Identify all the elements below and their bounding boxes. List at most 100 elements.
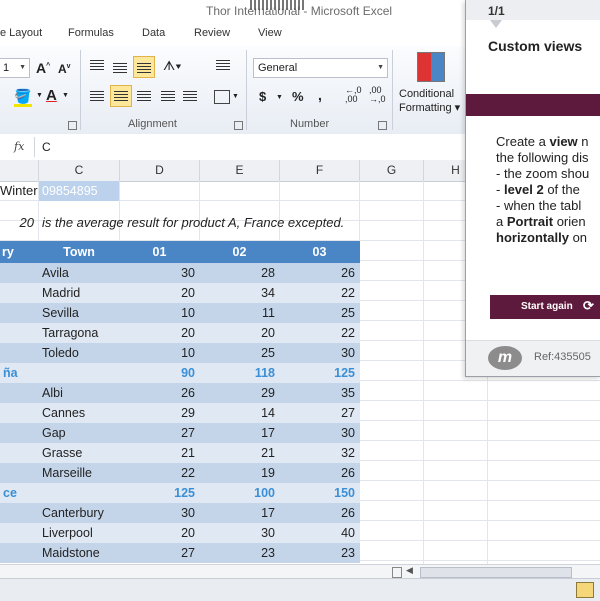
value-cell[interactable]: 10: [120, 343, 199, 363]
orientation-icon[interactable]: ᗑ▾: [163, 58, 182, 74]
town-cell[interactable]: [39, 363, 119, 383]
align-left-icon[interactable]: [90, 91, 104, 103]
country-cell[interactable]: ce: [0, 483, 38, 503]
drag-grip[interactable]: [250, 0, 306, 10]
column-header-c[interactable]: C: [39, 160, 120, 181]
value-cell[interactable]: 27: [120, 423, 199, 443]
normal-view-icon[interactable]: [576, 582, 594, 598]
header-month-01[interactable]: 01: [120, 241, 199, 263]
town-cell[interactable]: Canterbury: [39, 503, 119, 523]
value-cell[interactable]: 10: [120, 303, 199, 323]
decrease-decimal-button[interactable]: ,00 →,0: [369, 86, 386, 104]
column-header-b[interactable]: [0, 160, 39, 181]
value-cell[interactable]: 23: [280, 543, 359, 563]
value-cell[interactable]: 17: [200, 423, 279, 443]
value-cell[interactable]: 118: [200, 363, 279, 383]
column-header-g[interactable]: G: [360, 160, 424, 181]
conditional-formatting-label[interactable]: Formatting ▾: [399, 101, 460, 114]
header-month-03[interactable]: 03: [280, 241, 359, 263]
value-cell[interactable]: 125: [120, 483, 199, 503]
value-cell[interactable]: 100: [200, 483, 279, 503]
value-cell[interactable]: 29: [200, 383, 279, 403]
value-cell[interactable]: 30: [280, 343, 359, 363]
value-cell[interactable]: 90: [120, 363, 199, 383]
split-handle[interactable]: [392, 567, 402, 578]
country-cell[interactable]: [0, 383, 38, 403]
town-cell[interactable]: Avila: [39, 263, 119, 283]
value-cell[interactable]: 27: [280, 403, 359, 423]
value-cell[interactable]: 21: [120, 443, 199, 463]
scroll-thumb[interactable]: [420, 567, 572, 578]
average-value-cell[interactable]: 20: [0, 212, 38, 234]
town-cell[interactable]: Tarragona: [39, 323, 119, 343]
conditional-formatting-icon[interactable]: [417, 52, 445, 82]
value-cell[interactable]: 26: [280, 503, 359, 523]
value-cell[interactable]: 22: [280, 283, 359, 303]
town-cell[interactable]: Toledo: [39, 343, 119, 363]
value-cell[interactable]: 30: [120, 503, 199, 523]
value-cell[interactable]: 21: [200, 443, 279, 463]
town-cell[interactable]: [39, 483, 119, 503]
value-cell[interactable]: 20: [120, 323, 199, 343]
country-cell[interactable]: [0, 343, 38, 363]
alignment-launcher-icon[interactable]: [234, 121, 243, 130]
conditional-formatting-label[interactable]: Conditional: [399, 88, 454, 100]
align-center-button[interactable]: [110, 85, 132, 107]
header-town[interactable]: Town: [39, 241, 119, 263]
formula-input[interactable]: C: [42, 140, 51, 154]
country-cell[interactable]: [0, 283, 38, 303]
start-again-button[interactable]: Start again ⟳: [490, 295, 600, 319]
column-header-f[interactable]: F: [280, 160, 360, 181]
value-cell[interactable]: 125: [280, 363, 359, 383]
decrease-indent-icon[interactable]: [161, 91, 175, 103]
merge-center-icon[interactable]: [214, 90, 230, 104]
value-cell[interactable]: 20: [120, 523, 199, 543]
value-cell[interactable]: 32: [280, 443, 359, 463]
value-cell[interactable]: 17: [200, 503, 279, 523]
value-cell[interactable]: 27: [120, 543, 199, 563]
country-cell[interactable]: [0, 403, 38, 423]
value-cell[interactable]: 28: [200, 263, 279, 283]
align-middle-icon[interactable]: [113, 63, 127, 75]
value-cell[interactable]: 150: [280, 483, 359, 503]
tab-review[interactable]: Review: [194, 27, 230, 39]
value-cell[interactable]: 25: [280, 303, 359, 323]
value-cell[interactable]: 26: [120, 383, 199, 403]
town-cell[interactable]: Marseille: [39, 463, 119, 483]
font-color-icon[interactable]: A: [46, 87, 57, 104]
wrap-text-icon[interactable]: [216, 60, 230, 72]
value-cell[interactable]: 26: [280, 263, 359, 283]
align-bottom-button[interactable]: [133, 56, 155, 78]
value-cell[interactable]: 40: [280, 523, 359, 543]
value-cell[interactable]: 23: [200, 543, 279, 563]
align-top-icon[interactable]: [90, 60, 104, 72]
value-cell[interactable]: 29: [120, 403, 199, 423]
align-right-icon[interactable]: [137, 91, 151, 103]
value-cell[interactable]: 25: [200, 343, 279, 363]
scroll-left-icon[interactable]: ◀: [406, 565, 413, 576]
comma-button[interactable]: ,: [318, 87, 322, 103]
country-cell[interactable]: [0, 523, 38, 543]
average-note-cell[interactable]: is the average result for product A, Fra…: [39, 212, 369, 234]
tab-page-layout[interactable]: e Layout: [0, 27, 42, 39]
town-cell[interactable]: Maidstone: [39, 543, 119, 563]
tab-formulas[interactable]: Formulas: [68, 27, 114, 39]
value-cell[interactable]: 11: [200, 303, 279, 323]
country-cell[interactable]: [0, 303, 38, 323]
value-cell[interactable]: 22: [280, 323, 359, 343]
chevron-down-icon[interactable]: ▼: [62, 92, 69, 99]
chevron-down-icon[interactable]: ▼: [232, 93, 239, 100]
value-cell[interactable]: 30: [120, 263, 199, 283]
country-cell[interactable]: [0, 263, 38, 283]
increase-indent-icon[interactable]: [183, 91, 197, 103]
country-cell[interactable]: [0, 463, 38, 483]
country-cell[interactable]: [0, 503, 38, 523]
value-cell[interactable]: 26: [280, 463, 359, 483]
font-size-combo[interactable]: 1 ▼: [0, 58, 30, 78]
value-cell[interactable]: 20: [120, 283, 199, 303]
value-cell[interactable]: 22: [120, 463, 199, 483]
value-cell[interactable]: 35: [280, 383, 359, 403]
fill-color-icon[interactable]: 🪣: [14, 88, 31, 105]
column-header-e[interactable]: E: [200, 160, 280, 181]
increase-decimal-button[interactable]: ←,0,00: [345, 86, 362, 104]
